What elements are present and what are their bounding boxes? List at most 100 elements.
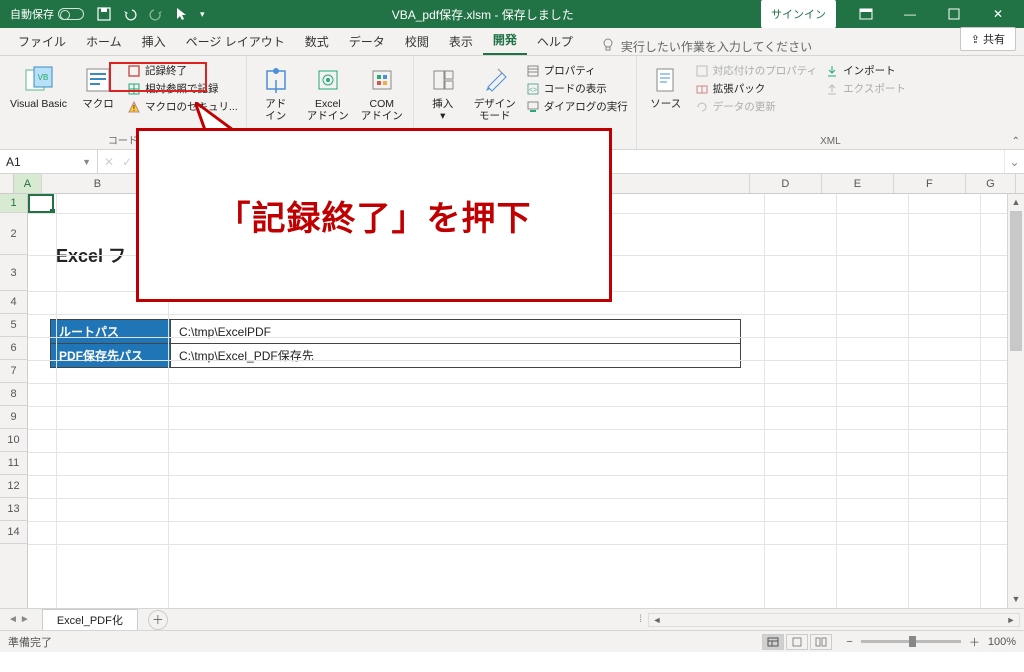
scroll-left-icon[interactable]: ◄ (649, 615, 665, 625)
normal-view-button[interactable] (762, 634, 784, 650)
row-header[interactable]: 11 (0, 452, 27, 475)
row-header[interactable]: 12 (0, 475, 27, 498)
row-header[interactable]: 9 (0, 406, 27, 429)
page-break-view-button[interactable] (810, 634, 832, 650)
sheet-prev-icon[interactable]: ◄ (8, 614, 18, 625)
row-header[interactable]: 6 (0, 337, 27, 360)
pdf-path-value[interactable]: C:\tmp\Excel_PDF保存先 (171, 344, 741, 368)
split-handle-icon[interactable]: ⁞ (639, 614, 642, 625)
close-button[interactable]: ✕ (976, 0, 1020, 28)
tab-help[interactable]: ヘルプ (527, 27, 583, 55)
scroll-thumb[interactable] (1010, 211, 1022, 351)
tab-formulas[interactable]: 数式 (295, 27, 339, 55)
tell-me-search[interactable]: 実行したい作業を入力してください (583, 38, 960, 55)
cancel-formula-icon[interactable]: ✕ (104, 155, 114, 169)
row-header[interactable]: 1 (0, 194, 27, 213)
map-properties-button[interactable]: 対応付けのプロパティ (693, 62, 819, 79)
row-header[interactable]: 3 (0, 255, 27, 291)
minimize-button[interactable]: — (888, 0, 932, 28)
map-properties-label: 対応付けのプロパティ (713, 63, 817, 78)
row-header[interactable]: 5 (0, 314, 27, 337)
sheet-tab-bar: ◄ ► Excel_PDF化 ＋ ⁞ ◄ ► (0, 608, 1024, 630)
com-addins-button[interactable]: COM アドイン (357, 60, 407, 130)
source-label: ソース (650, 98, 681, 110)
zoom-in-icon[interactable]: ＋ (969, 634, 980, 650)
tab-review[interactable]: 校閲 (395, 27, 439, 55)
horizontal-scrollbar[interactable]: ◄ ► (648, 613, 1020, 627)
properties-label: プロパティ (544, 63, 596, 78)
row-header[interactable]: 14 (0, 521, 27, 544)
collapse-ribbon-icon[interactable]: ⌃ (1012, 136, 1020, 147)
tab-view[interactable]: 表示 (439, 27, 483, 55)
properties-button[interactable]: プロパティ (524, 62, 630, 79)
view-code-button[interactable]: <> コードの表示 (524, 80, 630, 97)
root-path-value[interactable]: C:\tmp\ExcelPDF (171, 320, 741, 344)
row-header[interactable]: 2 (0, 213, 27, 255)
zoom-control[interactable]: − ＋ 100% (846, 634, 1016, 650)
expansion-pack-label: 拡張パック (713, 81, 766, 96)
row-header[interactable]: 8 (0, 383, 27, 406)
design-mode-button[interactable]: デザイン モード (470, 60, 520, 130)
source-button[interactable]: ソース (643, 60, 689, 134)
zoom-slider[interactable] (861, 640, 961, 643)
share-button[interactable]: ⇪共有 (960, 27, 1016, 51)
export-button[interactable]: エクスポート (823, 80, 908, 97)
cursor-icon[interactable] (174, 6, 190, 22)
maximize-button[interactable] (932, 0, 976, 28)
excel-addins-button[interactable]: Excel アドイン (303, 60, 353, 130)
tab-home[interactable]: ホーム (76, 27, 132, 55)
column-header[interactable]: A (14, 174, 42, 193)
refresh-data-button[interactable]: データの更新 (693, 98, 819, 115)
expansion-pack-button[interactable]: 拡張パック (693, 80, 819, 97)
add-sheet-button[interactable]: ＋ (148, 610, 168, 630)
visual-basic-button[interactable]: VB Visual Basic (6, 60, 71, 130)
column-header[interactable]: D (750, 174, 822, 193)
save-icon[interactable] (96, 6, 112, 22)
row-header[interactable]: 10 (0, 429, 27, 452)
tab-insert[interactable]: 挿入 (132, 27, 176, 55)
autosave-label: 自動保存 (10, 6, 54, 22)
autosave-toggle[interactable]: 自動保存 (10, 6, 84, 22)
zoom-out-icon[interactable]: − (846, 636, 852, 648)
redo-icon[interactable] (148, 6, 164, 22)
com-addin-icon (366, 64, 398, 96)
excel-addin-icon (312, 64, 344, 96)
select-all-corner[interactable] (0, 174, 14, 194)
root-path-header: ルートパス (51, 320, 171, 344)
vertical-scrollbar[interactable]: ▲ ▼ (1007, 194, 1024, 608)
tab-data[interactable]: データ (339, 27, 395, 55)
undo-icon[interactable] (122, 6, 138, 22)
column-header[interactable]: E (822, 174, 894, 193)
column-header[interactable]: F (894, 174, 966, 193)
scroll-up-icon[interactable]: ▲ (1008, 194, 1024, 211)
namebox-dropdown-icon[interactable]: ▼ (82, 157, 91, 167)
page-layout-view-button[interactable] (786, 634, 808, 650)
table-row: ルートパス C:\tmp\ExcelPDF (51, 320, 741, 344)
signin-button[interactable]: サインイン (761, 0, 836, 28)
view-code-label: コードの表示 (544, 81, 607, 96)
macro-label: マクロ (82, 98, 114, 110)
import-button[interactable]: インポート (823, 62, 908, 79)
name-box[interactable]: A1 ▼ (0, 150, 98, 173)
insert-control-button[interactable]: 挿入▾ (420, 60, 466, 130)
properties-icon (526, 64, 540, 78)
group-xml-label: XML (643, 134, 1018, 147)
row-header[interactable]: 13 (0, 498, 27, 521)
run-dialog-button[interactable]: ダイアログの実行 (524, 98, 630, 115)
sheet-next-icon[interactable]: ► (20, 614, 30, 625)
column-header[interactable]: G (966, 174, 1016, 193)
tab-file[interactable]: ファイル (8, 27, 76, 55)
addins-button[interactable]: アド イン (253, 60, 299, 130)
sheet-tab[interactable]: Excel_PDF化 (42, 609, 138, 630)
row-header[interactable]: 7 (0, 360, 27, 383)
zoom-value: 100% (988, 636, 1016, 648)
source-icon (650, 64, 682, 96)
enter-formula-icon[interactable]: ✓ (122, 155, 132, 169)
tab-pagelayout[interactable]: ページ レイアウト (176, 27, 295, 55)
ribbon-options-icon[interactable] (844, 0, 888, 28)
scroll-right-icon[interactable]: ► (1003, 615, 1019, 625)
expand-formula-bar-icon[interactable]: ⌄ (1004, 150, 1024, 173)
tab-developer[interactable]: 開発 (483, 25, 527, 55)
row-header[interactable]: 4 (0, 291, 27, 314)
scroll-down-icon[interactable]: ▼ (1008, 591, 1024, 608)
